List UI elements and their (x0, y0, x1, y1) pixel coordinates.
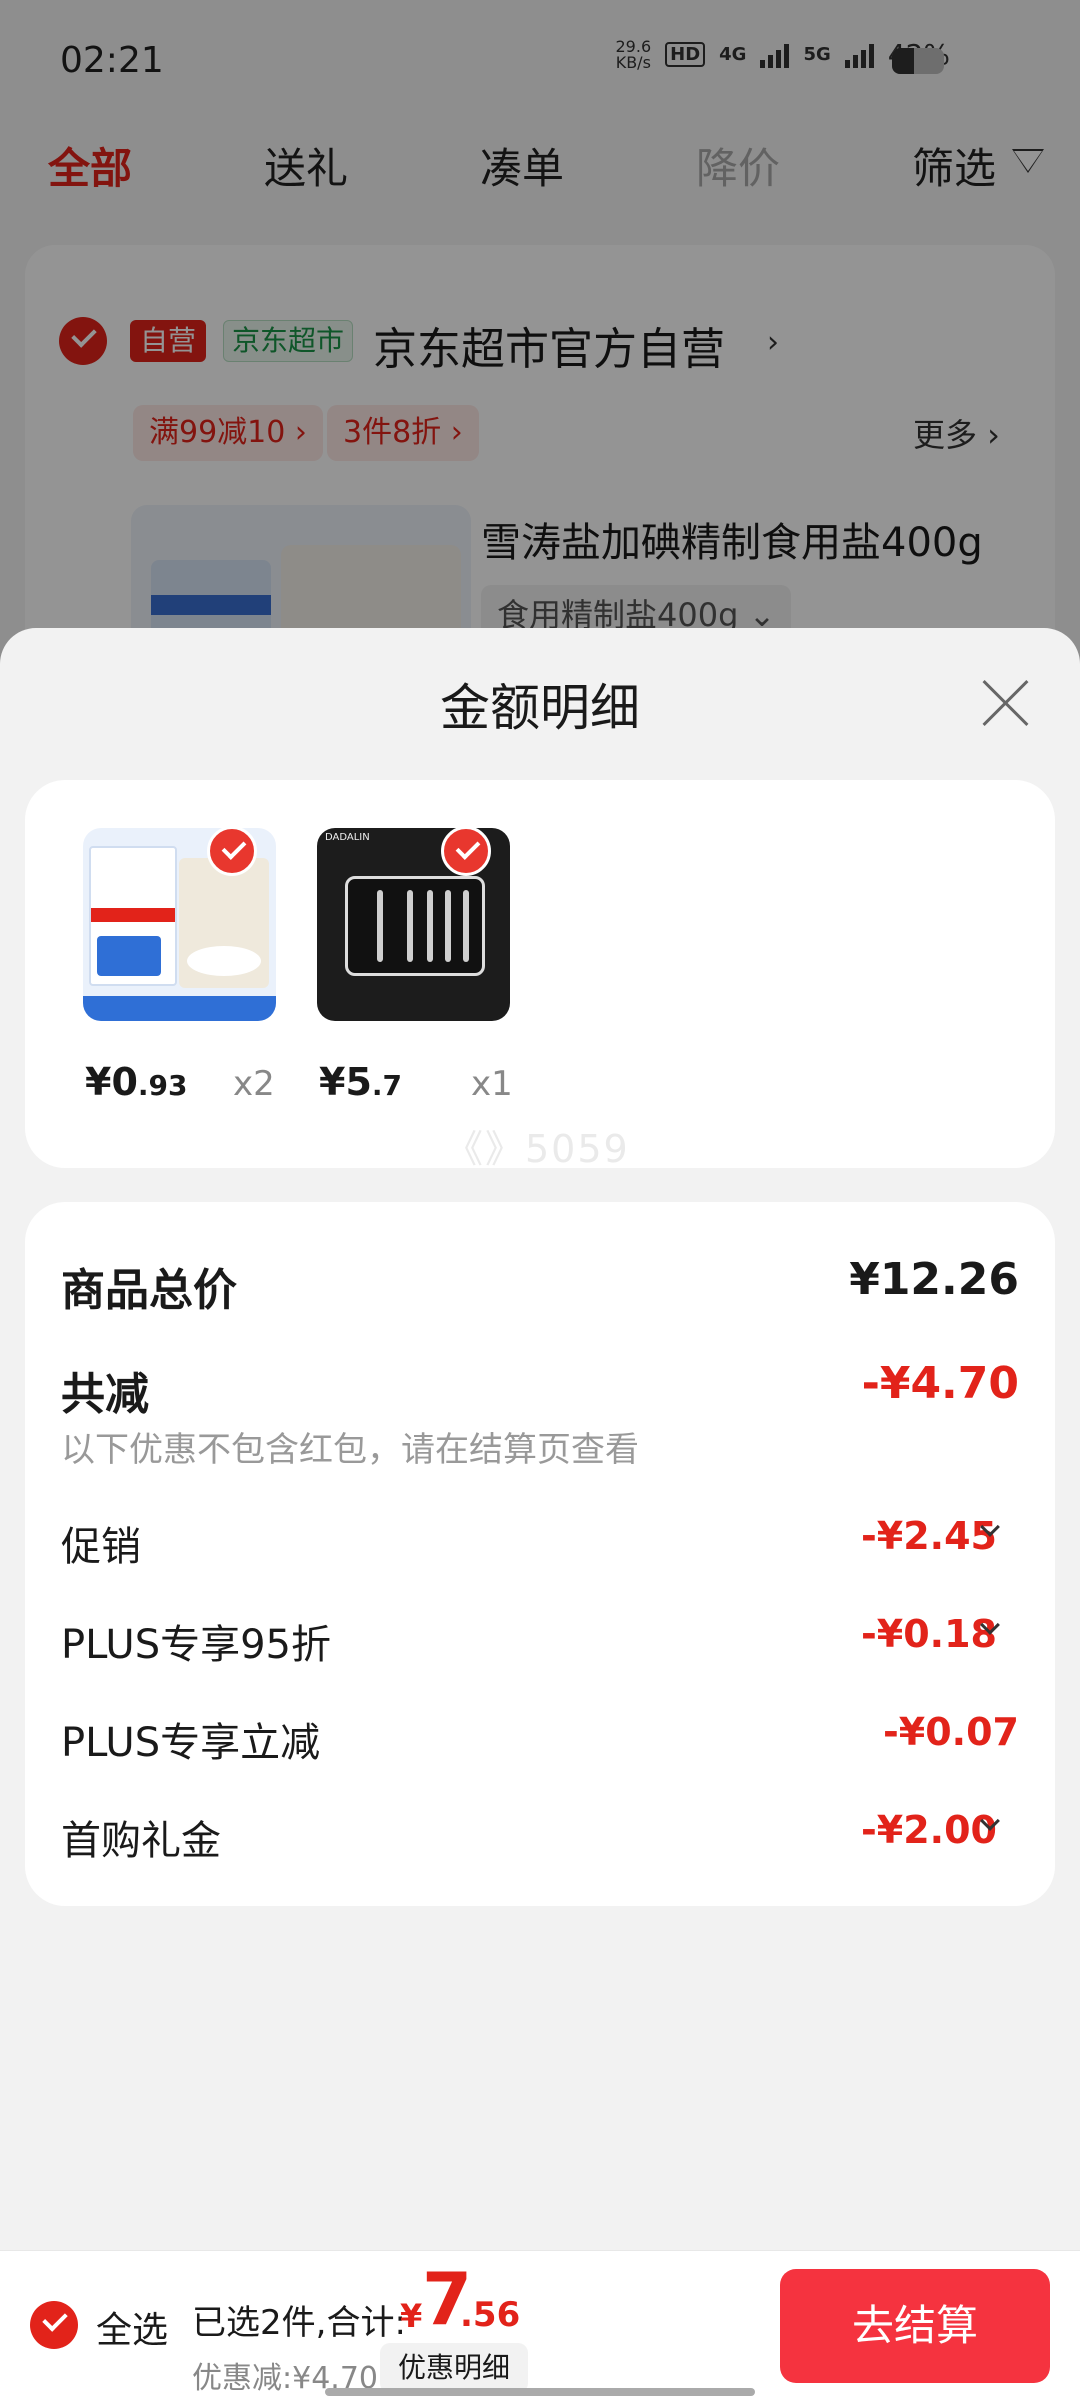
item-price: ¥5.7 (319, 1060, 403, 1104)
discount-detail-button[interactable]: 优惠明细 (380, 2343, 529, 2393)
total-currency: ¥ (400, 2297, 423, 2335)
promo-row-label: 促销 (61, 1524, 141, 1570)
item-qty: x2 (233, 1064, 275, 1104)
promo-row-value[interactable]: -¥2.45 (861, 1514, 997, 1558)
item-price: ¥0.93 (85, 1060, 188, 1104)
selected-items-card: DADALIN ¥0.93 x2 ¥5.7 x1 《》5059 (25, 780, 1055, 1171)
sheet-title: 金额明细 (440, 679, 640, 737)
discount-note: 以下优惠不包含红包，请在结算页查看 (61, 1430, 639, 1470)
total-reduce-label: 共减 (61, 1369, 149, 1420)
total-reduce-value: -¥4.70 (861, 1358, 1019, 1409)
check-icon (207, 826, 257, 876)
first-purchase-row-label: 首购礼金 (61, 1818, 221, 1864)
plus-discount-row-label: PLUS专享95折 (61, 1622, 331, 1668)
amount-detail-sheet: 金额明细 DADALIN ¥0.93 x2 ¥5.7 x1 《》5059 商品总… (0, 628, 1080, 2400)
plus-discount-row-value[interactable]: -¥0.18 (861, 1612, 997, 1656)
price-summary-card: 商品总价 ¥12.26 共减 -¥4.70 以下优惠不包含红包，请在结算页查看 … (25, 1202, 1055, 1906)
checkout-bar: 全选 已选2件,合计: ¥ 7 .56 优惠减:¥4.70 优惠明细 去结算 (0, 2250, 1080, 2400)
item-qty: x1 (471, 1064, 513, 1104)
total-label: 已选2件,合计: (192, 2303, 406, 2343)
total-decimal: .56 (460, 2295, 521, 2335)
checkout-button[interactable]: 去结算 (780, 2269, 1050, 2383)
plus-reduce-row-label: PLUS专享立减 (61, 1720, 321, 1766)
plus-reduce-row-value: -¥0.07 (883, 1710, 1019, 1754)
close-icon[interactable] (980, 678, 1030, 728)
check-icon (441, 826, 491, 876)
total-price-value: ¥12.26 (849, 1254, 1019, 1305)
watermark: 《》5059 (445, 1127, 630, 1171)
first-purchase-row-value[interactable]: -¥2.00 (861, 1808, 997, 1852)
total-price-label: 商品总价 (61, 1265, 237, 1316)
select-all-check-icon[interactable] (30, 2301, 78, 2349)
home-indicator (325, 2388, 755, 2396)
brand-logo: DADALIN (325, 832, 370, 843)
select-all-label[interactable]: 全选 (96, 2301, 168, 2353)
